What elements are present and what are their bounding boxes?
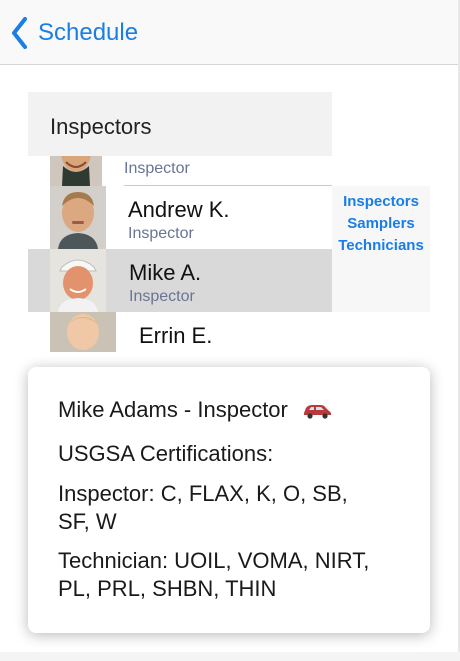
popup-title: Mike Adams - Inspector	[58, 397, 288, 422]
person-role: Inspector	[128, 225, 194, 242]
avatar	[50, 186, 106, 249]
list-item[interactable]: Andrew K. Inspector	[28, 186, 332, 249]
chevron-left-icon	[12, 17, 27, 49]
person-name: Mike A.	[129, 260, 202, 285]
person-role: Inspector	[129, 288, 195, 305]
section-header: Inspectors	[28, 92, 332, 156]
popup-certifications-heading: USGSA Certifications:	[58, 441, 274, 466]
inspector-detail-popup: Mike Adams - Inspector USGSA Certificati…	[28, 367, 430, 633]
list-item[interactable]: Errin E.	[28, 312, 332, 356]
list-item[interactable]: Inspector	[28, 156, 332, 186]
list-item-selected[interactable]: Mike A. Inspector	[28, 249, 332, 312]
person-name: Errin E.	[139, 323, 213, 348]
section-index: Inspectors Samplers Technicians	[332, 186, 430, 312]
index-link-technicians[interactable]: Technicians	[332, 235, 430, 257]
navigation-bar: Schedule	[0, 0, 458, 65]
popup-technician-certs-line-2: PL, PRL, SHBN, THIN	[58, 576, 277, 601]
person-name: Andrew K.	[128, 197, 230, 222]
section-title: Inspectors	[50, 114, 152, 139]
back-button[interactable]: Schedule	[10, 14, 138, 52]
popup-title-row: Mike Adams - Inspector	[58, 396, 418, 424]
popup-inspector-certs-line-2: SF, W	[58, 509, 117, 534]
index-link-samplers[interactable]: Samplers	[332, 213, 430, 235]
person-role: Inspector	[124, 160, 190, 177]
avatar	[50, 156, 102, 186]
inspector-list[interactable]: Inspector Andrew K. Inspector Mike A. In…	[28, 156, 332, 356]
bottom-bar	[0, 652, 460, 661]
avatar	[50, 249, 106, 312]
back-button-label: Schedule	[38, 19, 139, 46]
car-icon	[304, 405, 331, 419]
popup-inspector-certs-line-1: Inspector: C, FLAX, K, O, SB,	[58, 481, 348, 506]
popup-technician-certs-line-1: Technician: UOIL, VOMA, NIRT,	[58, 548, 370, 573]
index-link-inspectors[interactable]: Inspectors	[332, 191, 430, 213]
avatar	[50, 312, 116, 352]
